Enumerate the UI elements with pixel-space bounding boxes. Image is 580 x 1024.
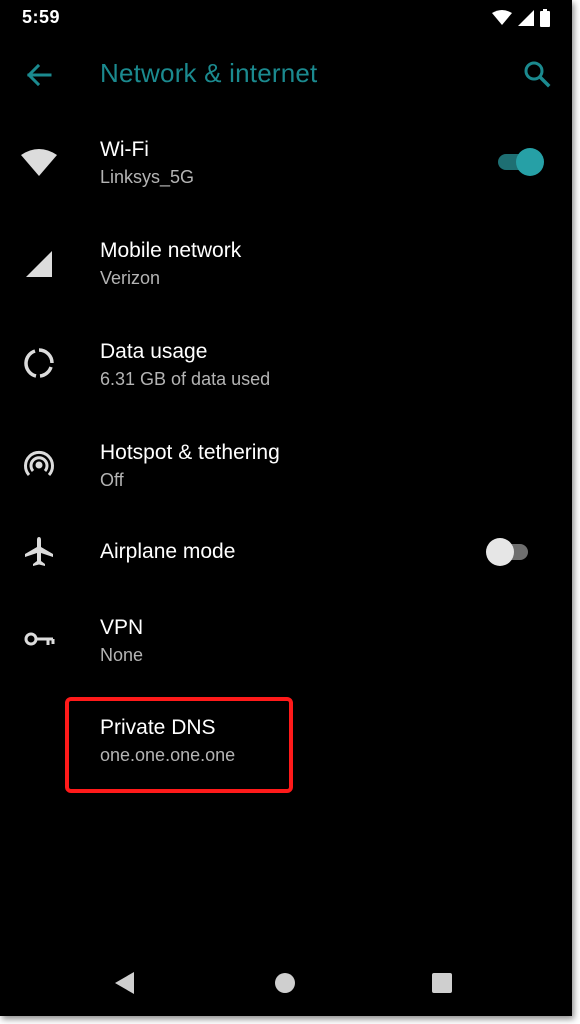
hotspot-icon: [20, 445, 58, 483]
setting-title: Data usage: [100, 340, 208, 363]
airplane-icon: [20, 532, 58, 570]
cell-signal-icon: [518, 10, 534, 31]
wifi-icon: [492, 10, 512, 31]
airplane-mode-toggle[interactable]: [486, 536, 538, 566]
setting-vpn[interactable]: VPN None: [0, 600, 572, 700]
arrow-back-icon[interactable]: [22, 58, 56, 92]
vpn-key-icon: [20, 620, 58, 658]
status-icons: [492, 9, 550, 32]
setting-title: VPN: [100, 616, 144, 639]
wifi-toggle[interactable]: [494, 146, 546, 176]
cell-signal-icon: [20, 245, 58, 283]
back-triangle-icon[interactable]: [110, 968, 140, 998]
setting-subtitle: Off: [100, 470, 124, 490]
setting-title: Mobile network: [100, 239, 242, 262]
setting-subtitle: Verizon: [100, 268, 161, 288]
setting-airplane-mode[interactable]: Airplane mode: [0, 510, 572, 610]
home-circle-icon[interactable]: [270, 968, 300, 998]
setting-data-usage[interactable]: Data usage 6.31 GB of data used: [0, 324, 572, 424]
status-bar: 5:59: [0, 0, 572, 36]
recents-square-icon[interactable]: [427, 968, 457, 998]
setting-subtitle: None: [100, 645, 144, 665]
toggle-thumb: [486, 538, 514, 566]
highlight-box: [65, 697, 293, 793]
setting-mobile-network[interactable]: Mobile network Verizon: [0, 223, 572, 323]
search-icon[interactable]: [520, 58, 554, 92]
setting-title: Hotspot & tethering: [100, 441, 280, 464]
toggle-thumb: [516, 148, 544, 176]
nav-bar: [0, 950, 572, 1016]
setting-wifi[interactable]: Wi-Fi Linksys_5G: [0, 122, 572, 222]
wifi-icon: [20, 144, 58, 182]
data-usage-icon: [20, 344, 58, 382]
setting-subtitle: Linksys_5G: [100, 167, 195, 187]
setting-subtitle: 6.31 GB of data used: [100, 369, 271, 389]
setting-title: Wi-Fi: [100, 138, 149, 161]
setting-title: Airplane mode: [100, 540, 236, 563]
page-title: Network & internet: [100, 58, 318, 88]
app-bar: Network & internet: [0, 44, 572, 104]
battery-icon: [540, 9, 550, 32]
phone-screen: 5:59 Network & internet Wi-Fi Linksys_5G…: [0, 0, 572, 1016]
status-time: 5:59: [22, 7, 61, 27]
